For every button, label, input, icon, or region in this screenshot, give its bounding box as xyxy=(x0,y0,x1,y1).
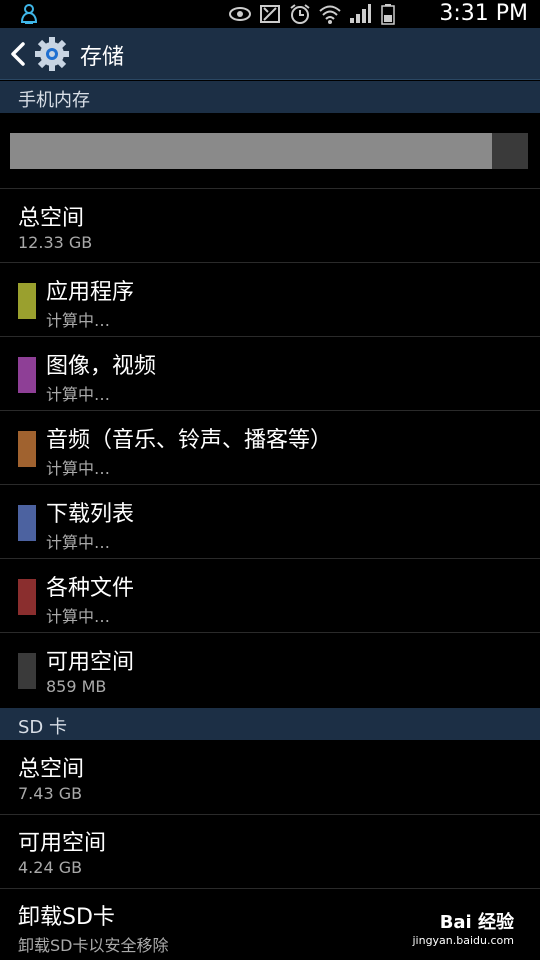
misc-files-color-swatch xyxy=(18,579,36,615)
baidu-watermark: Bai 经验 jingyan.baidu.com xyxy=(410,908,514,948)
row-subtitle: 12.33 GB xyxy=(18,233,93,252)
row-title: 图像，视频 xyxy=(46,354,157,379)
row-title: 下载列表 xyxy=(46,502,135,527)
row-subtitle: 计算中… xyxy=(46,607,111,626)
storage-usage-fill xyxy=(10,133,492,169)
section-header-internal: 手机内存 xyxy=(0,81,540,113)
row-subtitle: 计算中… xyxy=(46,311,111,330)
status-bar: 3:31 PM xyxy=(0,0,540,28)
alarm-icon xyxy=(290,4,310,24)
row-sd-total-space[interactable]: 总空间 7.43 GB xyxy=(0,741,540,815)
row-title: 总空间 xyxy=(18,206,85,231)
action-bar: 存储 xyxy=(0,28,540,80)
row-audio[interactable]: 音频（音乐、铃声、播客等） 计算中… xyxy=(0,411,540,485)
row-subtitle: 859 MB xyxy=(46,677,107,696)
watermark-brand: Bai 经验 xyxy=(439,912,514,933)
row-title: 总空间 xyxy=(18,757,85,782)
storage-usage-bar xyxy=(10,133,528,169)
row-subtitle: 卸载SD卡以安全移除 xyxy=(18,936,169,955)
clock: 3:31 PM xyxy=(439,1,528,26)
row-downloads[interactable]: 下载列表 计算中… xyxy=(0,485,540,559)
section-header-label: SD 卡 xyxy=(18,717,68,738)
nfc-icon xyxy=(260,5,280,23)
section-header-sd: SD 卡 xyxy=(0,708,540,740)
row-title: 可用空间 xyxy=(46,650,135,675)
signal-icon xyxy=(350,4,371,23)
row-subtitle: 计算中… xyxy=(46,459,111,478)
row-title: 音频（音乐、铃声、播客等） xyxy=(46,428,333,453)
row-title: 卸载SD卡 xyxy=(18,905,115,930)
status-icons xyxy=(228,3,402,25)
audio-color-swatch xyxy=(18,431,36,467)
row-sd-available-space[interactable]: 可用空间 4.24 GB xyxy=(0,815,540,889)
settings-gear-icon[interactable] xyxy=(34,36,70,72)
row-misc-files[interactable]: 各种文件 计算中… xyxy=(0,559,540,633)
row-title: 应用程序 xyxy=(46,280,135,305)
row-total-space[interactable]: 总空间 12.33 GB xyxy=(0,189,540,263)
row-apps[interactable]: 应用程序 计算中… xyxy=(0,263,540,337)
pictures-color-swatch xyxy=(18,357,36,393)
row-title: 各种文件 xyxy=(46,576,135,601)
wifi-icon xyxy=(319,5,341,24)
watermark-url: jingyan.baidu.com xyxy=(412,934,514,947)
back-icon[interactable] xyxy=(8,41,28,67)
row-available-space[interactable]: 可用空间 859 MB xyxy=(0,633,540,707)
page-title: 存储 xyxy=(80,45,125,70)
notification-icon xyxy=(20,4,38,24)
row-title: 可用空间 xyxy=(18,831,107,856)
row-pictures-videos[interactable]: 图像，视频 计算中… xyxy=(0,337,540,411)
apps-color-swatch xyxy=(18,283,36,319)
row-subtitle: 计算中… xyxy=(46,533,111,552)
row-subtitle: 计算中… xyxy=(46,385,111,404)
eye-icon xyxy=(229,7,251,21)
section-header-label: 手机内存 xyxy=(18,90,90,111)
row-subtitle: 7.43 GB xyxy=(18,784,83,803)
battery-icon xyxy=(381,4,395,25)
downloads-color-swatch xyxy=(18,505,36,541)
row-subtitle: 4.24 GB xyxy=(18,858,83,877)
available-color-swatch xyxy=(18,653,36,689)
